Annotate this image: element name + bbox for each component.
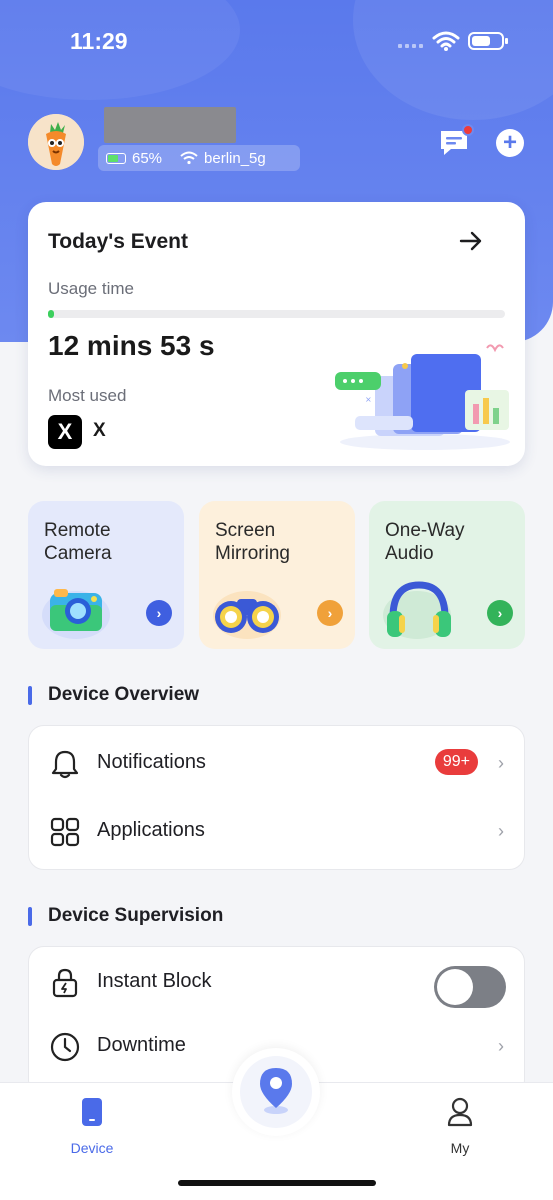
event-title: Today's Event <box>48 230 188 253</box>
notifications-count-badge: 99+ <box>434 749 478 775</box>
one-way-audio-card[interactable]: One-Way Audio › <box>369 501 525 649</box>
child-avatar[interactable] <box>28 114 84 170</box>
feature-label: One-Way Audio <box>385 520 465 564</box>
battery-level-icon <box>106 152 126 164</box>
unread-dot <box>462 124 474 136</box>
device-overview-card: Notifications 99+ › Applications › <box>28 725 525 870</box>
row-label: Instant Block <box>97 970 212 992</box>
feature-label: Remote Camera <box>44 520 112 564</box>
carrot-avatar-icon <box>28 114 84 170</box>
clock-icon <box>50 1032 80 1062</box>
wifi-icon <box>180 151 198 165</box>
binoculars-icon <box>213 591 281 639</box>
chevron-right-icon: › <box>498 821 504 841</box>
chevron-right-icon: › <box>498 1036 504 1056</box>
chevron-right-icon: › <box>146 600 172 626</box>
wifi-icon <box>432 31 460 51</box>
screen-mirroring-card[interactable]: Screen Mirroring › <box>199 501 355 649</box>
child-name-redacted <box>104 107 236 143</box>
tab-label: Device <box>70 1140 114 1156</box>
add-device-button[interactable]: + <box>496 129 524 157</box>
chevron-right-icon: › <box>317 600 343 626</box>
tab-my[interactable]: My <box>420 1097 500 1156</box>
x-app-icon: X <box>48 415 82 449</box>
person-icon <box>447 1097 473 1127</box>
usage-time-value: 12 mins 53 s <box>48 330 215 361</box>
tab-label: My <box>450 1140 470 1156</box>
camera-icon <box>42 589 110 639</box>
device-supervision-heading: Device Supervision <box>28 905 223 927</box>
chevron-right-icon: › <box>487 600 513 626</box>
device-battery: 65% <box>132 149 163 167</box>
cellular-signal-icon <box>398 44 428 50</box>
usage-progress-bar <box>48 310 505 318</box>
row-label: Applications <box>97 819 205 841</box>
location-pin-icon <box>260 1068 292 1114</box>
status-bar: 11:29 <box>0 0 553 80</box>
battery-icon <box>468 32 508 50</box>
most-used-label: Most used <box>48 386 127 405</box>
device-overview-heading: Device Overview <box>28 684 199 706</box>
most-used-app-name: X <box>93 420 106 441</box>
instant-block-toggle[interactable] <box>434 966 506 1008</box>
chevron-right-icon: › <box>498 753 504 773</box>
svg-text:×: × <box>365 395 372 404</box>
feature-label: Screen Mirroring <box>215 520 290 564</box>
remote-camera-card[interactable]: Remote Camera › <box>28 501 184 649</box>
clock: 11:29 <box>70 28 128 54</box>
home-indicator <box>178 1180 376 1186</box>
instant-block-row: Instant Block <box>29 953 526 1013</box>
row-label: Downtime <box>97 1034 186 1056</box>
location-button[interactable] <box>232 1048 320 1136</box>
row-label: Notifications <box>97 751 206 773</box>
todays-event-card[interactable]: Today's Event Usage time 12 mins 53 s Mo… <box>28 202 525 466</box>
notifications-row[interactable]: Notifications 99+ › <box>29 734 526 794</box>
device-wifi-name: berlin_5g <box>204 149 266 167</box>
lock-icon <box>52 968 78 998</box>
usage-time-label: Usage time <box>48 279 134 298</box>
screen-usage-illustration: × <box>335 344 510 450</box>
applications-row[interactable]: Applications › <box>29 802 526 862</box>
headphones-icon <box>383 581 451 639</box>
apps-grid-icon <box>50 817 80 847</box>
phone-icon <box>82 1098 102 1126</box>
bell-icon <box>51 750 79 779</box>
tab-device[interactable]: Device <box>52 1097 132 1156</box>
arrow-right-icon[interactable] <box>458 228 484 254</box>
device-status-pill: 65% berlin_5g <box>98 145 300 171</box>
